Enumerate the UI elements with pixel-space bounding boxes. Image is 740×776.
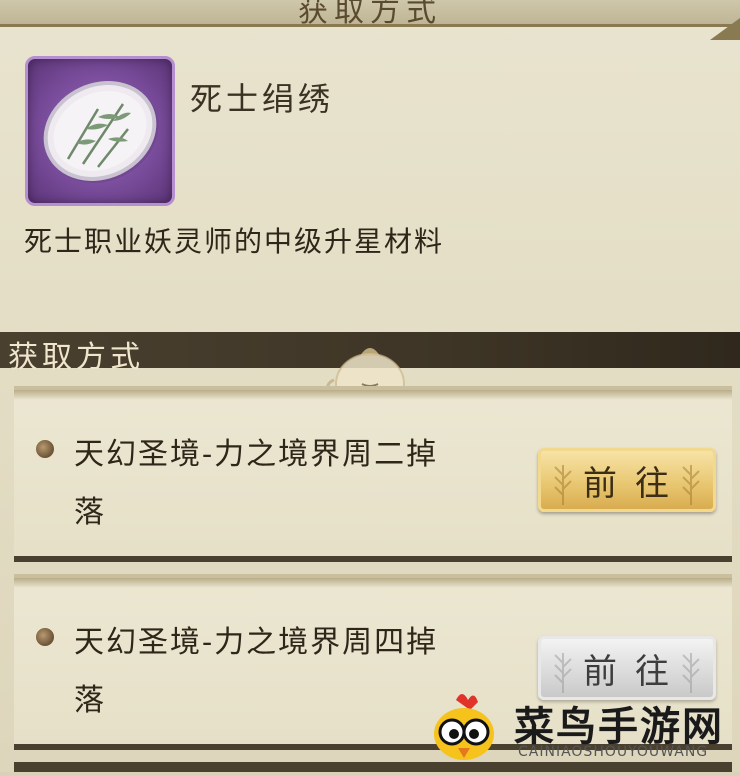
- header-bar: 获取方式: [0, 0, 740, 40]
- leaf-ornament-icon: [554, 465, 572, 505]
- bullet-icon: [36, 628, 54, 646]
- site-watermark: 菜鸟手游网 CAINIAOSHOUYOUWANG: [420, 690, 740, 772]
- leaf-ornament-icon: [682, 465, 700, 505]
- chick-logo-icon: [434, 694, 494, 760]
- header-corner-ornament: [710, 18, 740, 40]
- header-title: 获取方式: [298, 0, 442, 29]
- item-icon: [25, 56, 175, 206]
- section-title: 获取方式: [8, 340, 144, 375]
- go-button-label: 前往: [583, 463, 687, 504]
- source-text: 天幻圣境-力之境界周四掉落: [74, 625, 439, 718]
- item-detail-panel: 获取方式 死士绢绣 死士职业妖灵师的中级升星材料 获取方式 天幻圣境-力之境界周…: [0, 0, 740, 772]
- source-card: 天幻圣境-力之境界周二掉落 前往: [14, 386, 732, 562]
- watermark-subtext: CAINIAOSHOUYOUWANG: [518, 744, 709, 760]
- embroidered-silk-icon: [43, 81, 159, 183]
- go-button-label: 前往: [583, 651, 687, 692]
- source-text: 天幻圣境-力之境界周二掉落: [74, 437, 439, 530]
- go-button[interactable]: 前往: [538, 448, 716, 512]
- leaf-ornament-icon: [554, 653, 572, 693]
- bullet-icon: [36, 440, 54, 458]
- leaf-ornament-icon: [682, 653, 700, 693]
- item-name: 死士绢绣: [190, 80, 335, 118]
- item-description: 死士职业妖灵师的中级升星材料: [24, 225, 445, 258]
